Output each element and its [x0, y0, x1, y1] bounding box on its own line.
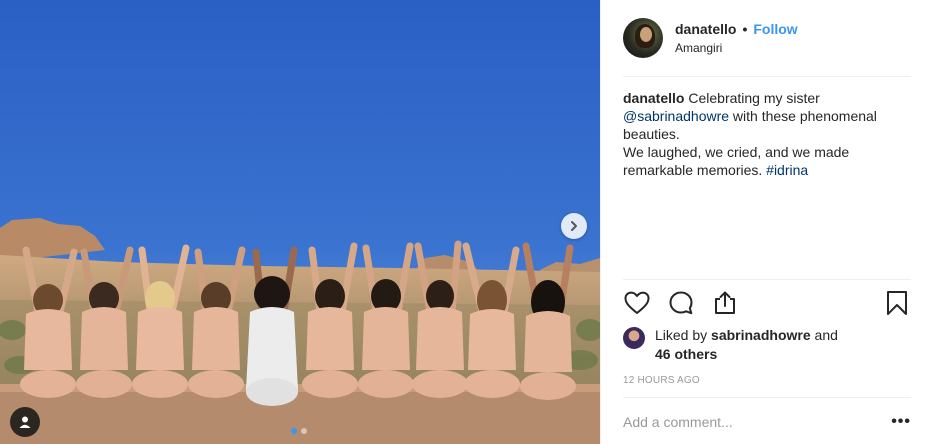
carousel-next-button[interactable]: [561, 213, 587, 239]
caption-text-1: Celebrating my sister: [684, 90, 820, 106]
post-caption: danatello Celebrating my sister @sabrina…: [623, 89, 893, 179]
post-header: danatello • Follow Amangiri: [623, 16, 911, 60]
likes-others-link[interactable]: 46 others: [655, 345, 838, 364]
like-button[interactable]: [623, 289, 651, 317]
author-username[interactable]: danatello: [675, 21, 736, 37]
more-options-button[interactable]: •••: [891, 413, 911, 431]
user-tags-button[interactable]: [10, 407, 40, 437]
actions-divider: [623, 279, 911, 280]
caption-line-2-text: We laughed, we cried, and we made remark…: [623, 144, 850, 178]
caption-hashtag[interactable]: #idrina: [766, 162, 808, 178]
likes-text: Liked by sabrinadhowre and 46 others: [655, 326, 838, 364]
separator-dot: •: [742, 21, 748, 37]
user-tag-icon: [19, 416, 31, 428]
carousel-dot-2: [301, 428, 307, 434]
comment-button[interactable]: [667, 289, 695, 317]
post-photo[interactable]: [0, 0, 600, 444]
comment-bubble-icon: [669, 291, 693, 315]
author-avatar[interactable]: [623, 18, 663, 58]
share-button[interactable]: [711, 289, 739, 317]
username-row: danatello • Follow: [675, 21, 798, 37]
likes-summary: Liked by sabrinadhowre and 46 others: [623, 326, 838, 364]
bookmark-icon: [887, 291, 907, 315]
caption-line-2: We laughed, we cried, and we made remark…: [623, 143, 893, 179]
post-side-panel: danatello • Follow Amangiri danatello Ce…: [600, 0, 931, 444]
location-link[interactable]: Amangiri: [675, 41, 798, 55]
author-info: danatello • Follow Amangiri: [675, 21, 798, 55]
post-timestamp[interactable]: 12 hours ago: [623, 375, 700, 386]
comment-bar: •••: [623, 407, 911, 437]
post-actions: [623, 289, 911, 317]
photo-scene: [0, 0, 600, 444]
likes-conjunction: and: [810, 327, 838, 343]
caption-username[interactable]: danatello: [623, 90, 684, 106]
liker-username[interactable]: sabrinadhowre: [711, 327, 811, 343]
chevron-right-icon: [571, 221, 577, 231]
instagram-post: danatello • Follow Amangiri danatello Ce…: [0, 0, 931, 444]
carousel-indicator: [291, 428, 307, 434]
likes-prefix: Liked by: [655, 327, 712, 343]
share-icon: [715, 291, 735, 314]
header-divider: [623, 76, 911, 77]
comment-divider: [623, 397, 911, 398]
carousel-dot-1: [291, 428, 297, 434]
comment-input[interactable]: [623, 414, 892, 430]
save-button[interactable]: [883, 289, 911, 317]
follow-button[interactable]: Follow: [753, 21, 797, 37]
caption-mention[interactable]: @sabrinadhowre: [623, 108, 729, 124]
liker-avatar[interactable]: [623, 327, 645, 349]
heart-icon: [624, 291, 650, 314]
